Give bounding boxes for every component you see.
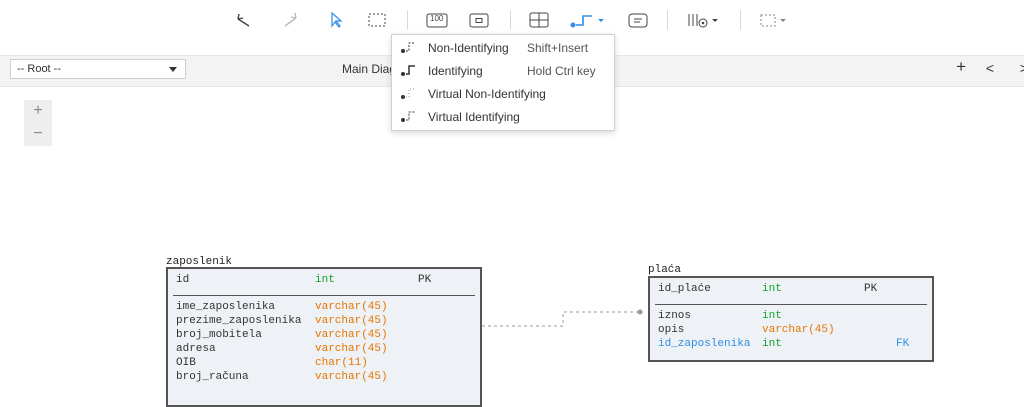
column-name: ime_zaposlenika	[176, 301, 276, 313]
menu-item-non-identifying[interactable]: Non-Identifying Shift+Insert	[392, 37, 614, 59]
column-name: opis	[658, 324, 685, 336]
column-type: varchar(45)	[762, 324, 835, 336]
identifying-icon	[401, 65, 415, 76]
menu-item-identifying[interactable]: Identifying Hold Ctrl key	[392, 60, 614, 82]
pk-divider	[173, 295, 475, 296]
column-type: varchar(45)	[315, 371, 388, 383]
menu-item-label: Virtual Non-Identifying	[428, 87, 546, 101]
column-type: int	[762, 310, 782, 322]
menu-item-virtual-identifying[interactable]: Virtual Identifying	[392, 106, 614, 128]
non-identifying-icon	[401, 42, 415, 53]
table-row: adresa varchar(45)	[168, 342, 480, 356]
menu-item-shortcut: Shift+Insert	[527, 41, 589, 55]
column-type: int	[762, 283, 782, 295]
column-type: varchar(45)	[315, 343, 388, 355]
column-name: id	[176, 274, 190, 286]
table-row: prezime_zaposlenika varchar(45)	[168, 314, 480, 328]
column-type: varchar(45)	[315, 315, 388, 327]
relationship-menu: Non-Identifying Shift+Insert Identifying…	[391, 34, 615, 131]
virtual-non-identifying-icon	[401, 88, 415, 99]
column-name: broj_računa	[176, 371, 249, 383]
pk-badge: PK	[864, 283, 878, 295]
table-row: opis varchar(45)	[650, 323, 932, 337]
virtual-identifying-icon	[401, 111, 415, 122]
menu-item-label: Non-Identifying	[428, 41, 509, 55]
table-row: broj_mobitela varchar(45)	[168, 328, 480, 342]
column-name: id_plaće	[658, 283, 711, 295]
pk-divider	[655, 304, 927, 305]
table-row-pk: id int PK	[168, 273, 480, 287]
table-row: ime_zaposlenika varchar(45)	[168, 300, 480, 314]
table-row: broj_računa varchar(45)	[168, 370, 480, 384]
column-name: iznos	[658, 310, 692, 322]
menu-item-virtual-non-identifying[interactable]: Virtual Non-Identifying	[392, 83, 614, 105]
table-row: OIB char(11)	[168, 356, 480, 370]
table-zaposlenik[interactable]: id int PK ime_zaposlenika varchar(45) pr…	[166, 267, 482, 407]
menu-item-label: Identifying	[428, 64, 483, 78]
menu-item-shortcut: Hold Ctrl key	[527, 64, 596, 78]
column-type: int	[762, 338, 782, 350]
column-name: adresa	[176, 343, 216, 355]
column-name: prezime_zaposlenika	[176, 315, 302, 327]
table-row-pk: id_plaće int PK	[650, 282, 932, 296]
column-type: varchar(45)	[315, 301, 388, 313]
pk-badge: PK	[418, 274, 432, 286]
column-name: OIB	[176, 357, 196, 369]
column-name: id_zaposlenika	[658, 338, 751, 350]
table-row: iznos int	[650, 309, 932, 323]
column-name: broj_mobitela	[176, 329, 262, 341]
fk-badge: FK	[896, 338, 910, 350]
table-placa[interactable]: id_plaće int PK iznos int opis varchar(4…	[648, 276, 934, 362]
table-row: id_zaposlenika int FK	[650, 337, 932, 351]
table-name-placa: plaća	[648, 264, 682, 276]
column-type: varchar(45)	[315, 329, 388, 341]
column-type: int	[315, 274, 335, 286]
column-type: char(11)	[315, 357, 368, 369]
menu-item-label: Virtual Identifying	[428, 110, 520, 124]
